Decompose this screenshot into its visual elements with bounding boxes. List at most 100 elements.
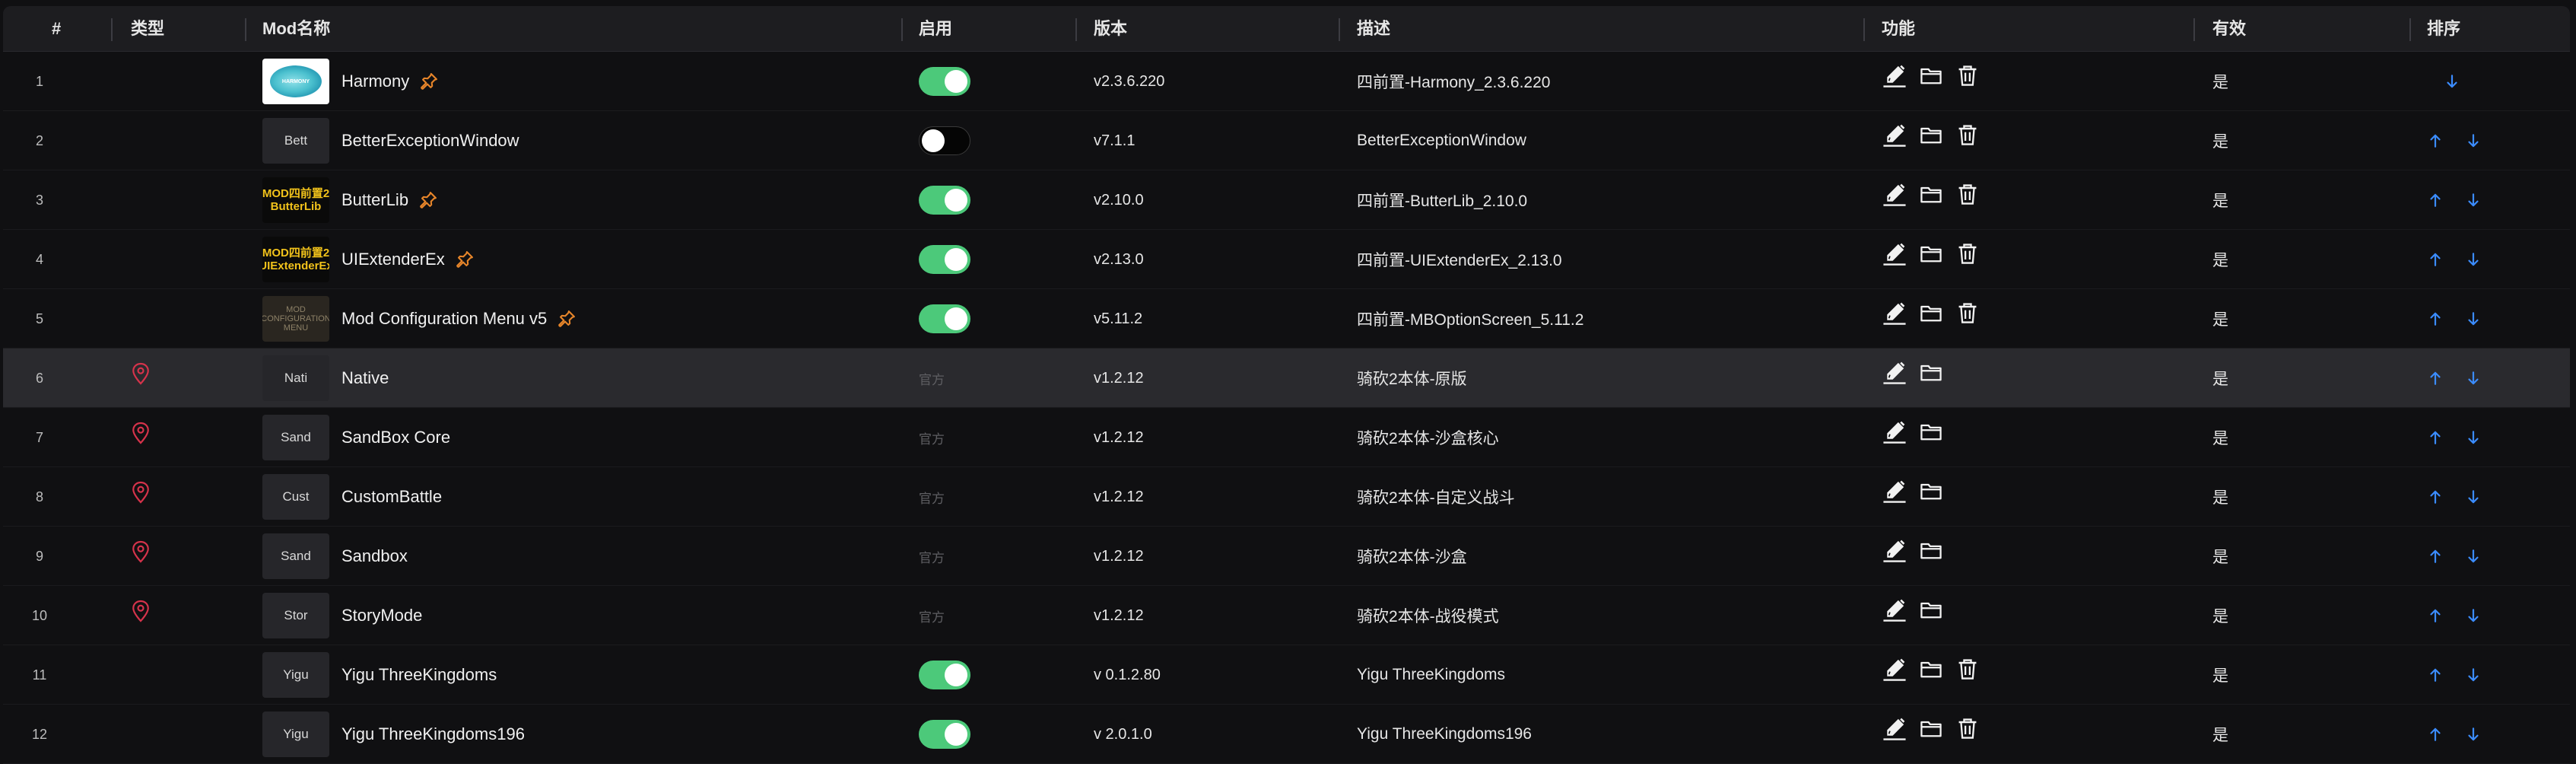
arrow-down-icon[interactable]: [2465, 190, 2482, 210]
arrow-down-icon[interactable]: [2465, 131, 2482, 151]
description-text: Yigu ThreeKingdoms: [1357, 666, 1505, 683]
col-divider[interactable]: [1863, 18, 1865, 41]
folder-icon[interactable]: [1918, 300, 1944, 326]
mod-name-label: CustomBattle: [341, 487, 443, 506]
arrow-down-icon[interactable]: [2465, 606, 2482, 626]
arrow-up-icon[interactable]: [2427, 606, 2444, 626]
table-row[interactable]: 6 Nati Native 官方 v1.2.12 骑砍2本体-原版 是: [3, 349, 2570, 408]
enable-toggle[interactable]: [919, 67, 970, 96]
arrow-up-icon[interactable]: [2427, 724, 2444, 744]
pushpin-icon[interactable]: [556, 308, 577, 329]
arrow-up-icon[interactable]: [2427, 546, 2444, 566]
arrow-up-icon[interactable]: [2427, 131, 2444, 151]
trash-icon[interactable]: [1955, 715, 1980, 741]
edit-icon[interactable]: [1882, 300, 1907, 326]
table-row[interactable]: 9 Sand Sandbox 官方 v1.2.12 骑砍2本体-沙盒 是: [3, 527, 2570, 586]
trash-icon[interactable]: [1955, 62, 1980, 88]
arrow-up-icon[interactable]: [2427, 368, 2444, 388]
col-divider[interactable]: [2193, 18, 2195, 41]
table-row[interactable]: 3 MOD四前置2 ButterLib ButterLib v2.10.0 四前置-But…: [3, 170, 2570, 230]
trash-icon[interactable]: [1955, 240, 1980, 266]
trash-icon[interactable]: [1955, 181, 1980, 207]
folder-icon[interactable]: [1918, 478, 1944, 504]
enable-toggle[interactable]: [919, 245, 970, 274]
enable-toggle[interactable]: [919, 126, 970, 155]
folder-icon[interactable]: [1918, 240, 1944, 266]
enable-toggle[interactable]: [919, 304, 970, 333]
thumbnail-text: CONFIGURATION: [262, 314, 329, 323]
folder-icon[interactable]: [1918, 122, 1944, 148]
col-header-version[interactable]: 版本: [1094, 6, 1127, 52]
col-header-type[interactable]: 类型: [131, 6, 164, 52]
col-header-desc[interactable]: 描述: [1357, 6, 1390, 52]
official-label: 官方: [919, 610, 945, 625]
col-divider[interactable]: [901, 18, 903, 41]
arrow-up-icon[interactable]: [2427, 309, 2444, 329]
enable-cell: 官方: [919, 527, 1071, 586]
arrow-down-icon[interactable]: [2465, 487, 2482, 507]
table-row[interactable]: 5 MOD CONFIGURATION MENU Mod Configuration M…: [3, 289, 2570, 349]
arrow-down-icon[interactable]: [2465, 428, 2482, 447]
table-row[interactable]: 11 Yigu Yigu ThreeKingdoms v 0.1.2.80 Yigu T…: [3, 645, 2570, 705]
table-row[interactable]: 4 MOD四前置2 UIExtenderEx UIExtenderEx v2.13.0 四…: [3, 230, 2570, 289]
harmony-logo: HARMONY: [270, 65, 322, 97]
col-divider[interactable]: [1339, 18, 1340, 41]
trash-icon[interactable]: [1955, 656, 1980, 682]
arrow-up-icon[interactable]: [2427, 428, 2444, 447]
table-row[interactable]: 12 Yigu Yigu ThreeKingdoms196 v 2.0.1.0 Yigu…: [3, 705, 2570, 764]
folder-icon[interactable]: [1918, 359, 1944, 385]
arrow-down-icon[interactable]: [2465, 309, 2482, 329]
enable-cell: 官方: [919, 408, 1071, 467]
enable-toggle[interactable]: [919, 186, 970, 215]
enable-toggle[interactable]: [919, 720, 970, 749]
table-row[interactable]: 8 Cust CustomBattle 官方 v1.2.12 骑砍2本体-自定义战斗 是: [3, 467, 2570, 527]
edit-icon[interactable]: [1882, 537, 1907, 563]
folder-icon[interactable]: [1918, 715, 1944, 741]
col-divider[interactable]: [245, 18, 246, 41]
edit-icon[interactable]: [1882, 240, 1907, 266]
trash-icon[interactable]: [1955, 122, 1980, 148]
folder-icon[interactable]: [1918, 597, 1944, 622]
arrow-down-icon[interactable]: [2465, 368, 2482, 388]
col-header-enable[interactable]: 启用: [919, 6, 952, 52]
edit-icon[interactable]: [1882, 62, 1907, 88]
arrow-up-icon[interactable]: [2427, 190, 2444, 210]
table-row[interactable]: 2 Bett BetterExceptionWindow v7.1.1 BetterEx…: [3, 111, 2570, 170]
edit-icon[interactable]: [1882, 597, 1907, 622]
col-header-name[interactable]: Mod名称: [262, 6, 330, 52]
folder-icon[interactable]: [1918, 537, 1944, 563]
arrow-down-icon[interactable]: [2465, 665, 2482, 685]
enable-toggle[interactable]: [919, 661, 970, 689]
folder-icon[interactable]: [1918, 181, 1944, 207]
sort-cell: [2427, 349, 2518, 408]
trash-icon[interactable]: [1955, 300, 1980, 326]
arrow-up-icon[interactable]: [2427, 487, 2444, 507]
folder-icon[interactable]: [1918, 656, 1944, 682]
row-number: 9: [35, 548, 43, 564]
edit-icon[interactable]: [1882, 478, 1907, 504]
edit-icon[interactable]: [1882, 181, 1907, 207]
folder-icon[interactable]: [1918, 419, 1944, 444]
col-divider[interactable]: [2409, 18, 2411, 41]
arrow-down-icon[interactable]: [2465, 724, 2482, 744]
col-divider[interactable]: [111, 18, 113, 41]
arrow-up-icon[interactable]: [2427, 250, 2444, 269]
pushpin-icon[interactable]: [418, 71, 440, 92]
table-row[interactable]: 7 Sand SandBox Core 官方 v1.2.12 骑砍2本体-沙盒核心 是: [3, 408, 2570, 467]
edit-icon[interactable]: [1882, 359, 1907, 385]
arrow-up-icon[interactable]: [2427, 665, 2444, 685]
edit-icon[interactable]: [1882, 419, 1907, 444]
table-row[interactable]: 1 HARMONY Harmony v2.3.6.220 四前置-Harmony_2.3…: [3, 52, 2570, 111]
edit-icon[interactable]: [1882, 656, 1907, 682]
edit-icon[interactable]: [1882, 122, 1907, 148]
arrow-down-icon[interactable]: [2444, 72, 2460, 91]
col-divider[interactable]: [1075, 18, 1077, 41]
arrow-down-icon[interactable]: [2465, 546, 2482, 566]
folder-icon[interactable]: [1918, 62, 1944, 88]
table-row[interactable]: 10 Stor StoryMode 官方 v1.2.12 骑砍2本体-战役模式 是: [3, 586, 2570, 645]
pushpin-icon[interactable]: [454, 249, 475, 270]
edit-icon[interactable]: [1882, 715, 1907, 741]
col-header-valid[interactable]: 有效: [2212, 6, 2246, 52]
arrow-down-icon[interactable]: [2465, 250, 2482, 269]
pushpin-icon[interactable]: [418, 189, 439, 211]
